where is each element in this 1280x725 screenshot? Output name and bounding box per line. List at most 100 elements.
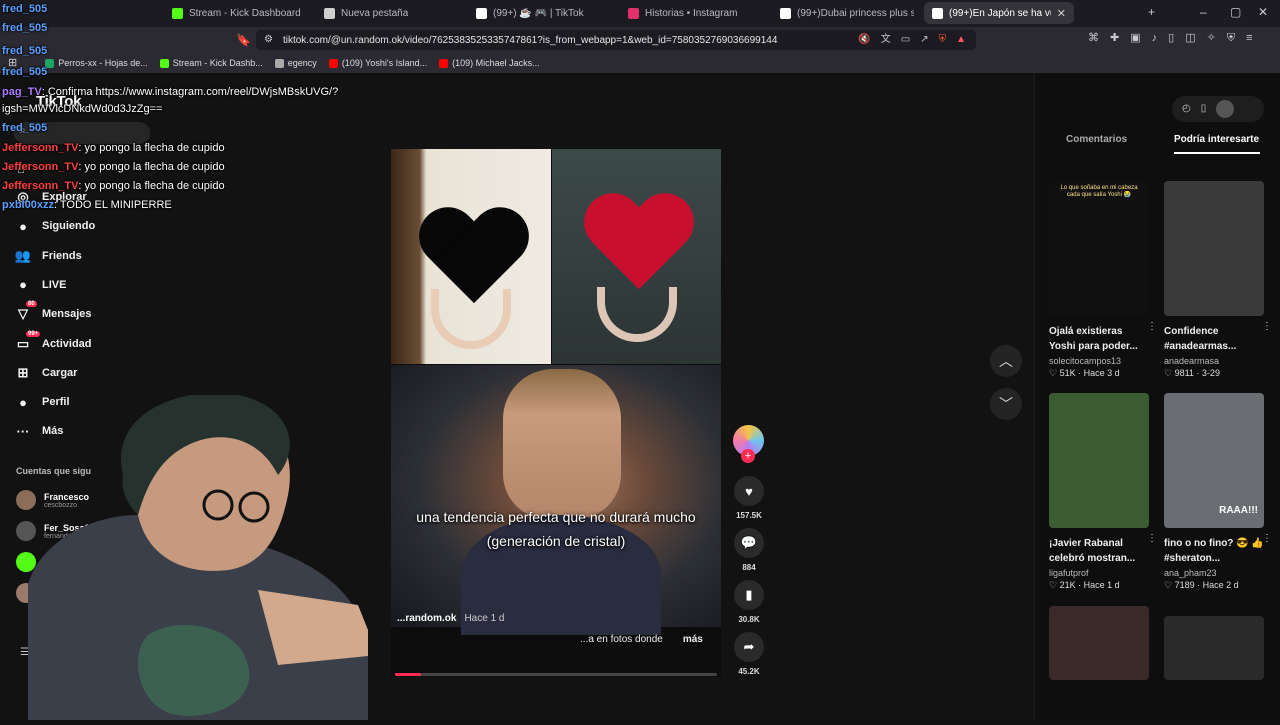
chat-username: fred_505 [2,3,48,15]
card-title[interactable]: Ojalá existieras Yoshi para poder... [1049,324,1149,354]
more-link[interactable]: más [683,634,703,645]
chat-username: pag_TV [2,86,42,98]
bookmark-icon[interactable]: 🔖 [236,34,251,46]
bookmark-save-icon[interactable]: ▮ [734,580,764,610]
browser-tab[interactable]: Nueva pestaña [316,2,466,24]
video-thumbnail[interactable] [1049,393,1149,528]
webcam-overlay [28,393,378,720]
video-player[interactable]: una tendencia perfecta que no durará muc… [391,149,721,677]
comment-icon[interactable]: 💬 [734,528,764,558]
bookmark-label: Perros-xx - Hojas de... [58,58,148,68]
card-user[interactable]: ana_pham23 [1164,568,1264,578]
nav-label: LIVE [42,278,67,291]
nav-item-live[interactable]: ● LIVE [14,272,194,298]
card-more-icon[interactable]: ⋮ [1262,533,1272,544]
new-tab-icon[interactable]: + [1148,6,1155,18]
chat-username: fred_505 [2,22,48,34]
creator-avatar[interactable]: + [733,425,764,463]
share-action[interactable]: ➦ 45.2K [733,632,765,676]
bookmark-item[interactable]: egency [269,58,323,68]
minimize-icon[interactable]: – [1200,6,1207,18]
card-user[interactable]: anadearmasa [1164,356,1264,366]
heart-icon[interactable]: ♥ [734,476,764,506]
screenshot-icon[interactable]: ▭ [901,35,910,45]
nav-item-actividad[interactable]: ▭ 99+ Actividad [14,330,194,357]
card-more-icon[interactable]: ⋮ [1262,321,1272,332]
site-settings-icon[interactable]: ⚙ [264,35,273,45]
browser-tab[interactable]: (99+)Dubai princess plus size beauty [772,2,922,24]
vpn-icon[interactable]: ⌘ [1088,33,1099,44]
nav-item-cargar[interactable]: ⊞ Cargar [14,360,194,386]
card-user[interactable]: solecitocampos13 [1049,356,1149,366]
browser-tab[interactable]: (99+)En Japón se ha vuelto vi ✕ [924,2,1074,24]
wallet-icon[interactable]: ◫ [1185,33,1195,44]
suggested-video-card[interactable]: Confidence #anadearmas... anadearmasa ♡ 98… [1164,181,1272,379]
right-panel-controls: ◴ ▯ [1172,96,1264,122]
bookmark-item[interactable]: Perros-xx - Hojas de... [39,58,154,68]
chat-text: yo pongo la flecha de cupido [84,161,225,173]
follow-plus-icon[interactable]: + [741,449,755,463]
like-action[interactable]: ♥ 157.5K [733,476,765,520]
tab-suggestions[interactable]: Podría interesarte [1174,134,1259,145]
suggested-video-card[interactable]: Lo que soñaba en mi cabeza cada que salí… [1049,181,1157,379]
chat-message: igsh=MWVlcDNkdWd0d3JzZg== [2,103,162,115]
extensions-icon[interactable]: ✚ [1110,33,1119,44]
suggested-video-card[interactable] [1164,616,1264,680]
video-author[interactable]: ...random.ok [397,613,456,624]
user-avatar[interactable] [1216,100,1235,118]
sidebar-icon[interactable]: ▯ [1168,33,1174,44]
video-thumbnail[interactable] [1164,616,1264,680]
video-thumbnail[interactable] [1049,606,1149,680]
translate-icon[interactable]: 文 [881,35,891,45]
brave-shield-icon[interactable]: ⛨ [939,35,947,45]
heart-outline-icon: ♡ [1049,580,1060,590]
bookmark-item[interactable]: Stream - Kick Dashb... [154,58,269,68]
card-more-icon[interactable]: ⋮ [1147,533,1157,544]
close-window-icon[interactable]: ✕ [1258,6,1268,18]
close-tab-icon[interactable]: ✕ [1057,7,1066,20]
menu-icon[interactable]: ≡ [1246,33,1252,44]
maximize-icon[interactable]: ▢ [1230,6,1241,18]
share-icon[interactable]: ↗ [920,35,928,45]
video-thumbnail[interactable] [1164,181,1264,316]
card-title[interactable]: fino o no fino? 😎 👍 #sheraton... [1164,536,1264,566]
music-icon[interactable]: ♪ [1152,33,1158,44]
previous-video-button[interactable]: ︿ [990,345,1022,377]
chat-message: fred_505 [2,22,47,34]
timer-icon[interactable]: ◴ [1182,104,1191,114]
mute-icon[interactable]: 🔇 [858,35,870,45]
nav-item-siguiendo[interactable]: ● Siguiendo [14,213,194,239]
card-title[interactable]: ¡Javier Rabanal celebró mostran... [1049,536,1149,566]
browser-tab[interactable]: Stream - Kick Dashboard [164,2,314,24]
comment-action[interactable]: 💬 884 [733,528,765,572]
browser-tab[interactable]: (99+) ☕ 🎮 | TikTok [468,2,618,24]
next-video-button[interactable]: ﹀ [990,388,1022,420]
shield-icon[interactable]: ⛨ [1227,33,1235,44]
leo-icon[interactable]: ✧ [1207,33,1216,44]
address-bar[interactable]: ⚙ tiktok.com/@un.random.ok/video/7625383… [256,30,976,50]
bookmark-item[interactable]: (109) Yoshi's Island... [323,58,433,68]
suggested-video-card[interactable]: ¡Javier Rabanal celebró mostran... ligafu… [1049,393,1157,591]
rewards-icon[interactable]: ▲ [956,35,966,45]
card-stats-text: 7189 · Hace 2 d [1174,580,1239,590]
progress-bar[interactable] [395,673,717,676]
tabs-icon[interactable]: ▣ [1130,33,1140,44]
chevron-up-icon: ︿ [999,353,1013,369]
card-user[interactable]: ligafutprof [1049,568,1149,578]
tab-comments[interactable]: Comentarios [1066,134,1127,145]
browser-tab[interactable]: Historias • Instagram [620,2,770,24]
phone-icon[interactable]: ▯ [1201,104,1207,114]
arm-shape-right [597,287,677,342]
card-more-icon[interactable]: ⋮ [1147,321,1157,332]
card-title[interactable]: Confidence #anadearmas... [1164,324,1264,354]
video-thumbnail[interactable]: RAAA!!! [1164,393,1264,528]
bookmark-item[interactable]: (109) Michael Jacks... [433,58,546,68]
suggested-video-card[interactable]: RAAA!!! fino o no fino? 😎 👍 #sheraton... a… [1164,393,1272,591]
nav-item-mensajes[interactable]: ▽ 80 Mensajes [14,301,194,327]
nav-item-friends[interactable]: 👥 Friends [14,243,194,269]
thumbnail-overlay-text: Lo que soñaba en mi cabeza cada que salí… [1060,185,1138,198]
suggested-video-card[interactable] [1049,606,1149,680]
share-arrow-icon[interactable]: ➦ [734,632,764,662]
save-action[interactable]: ▮ 30.8K [733,580,765,624]
video-thumbnail[interactable]: Lo que soñaba en mi cabeza cada que salí… [1049,181,1149,316]
